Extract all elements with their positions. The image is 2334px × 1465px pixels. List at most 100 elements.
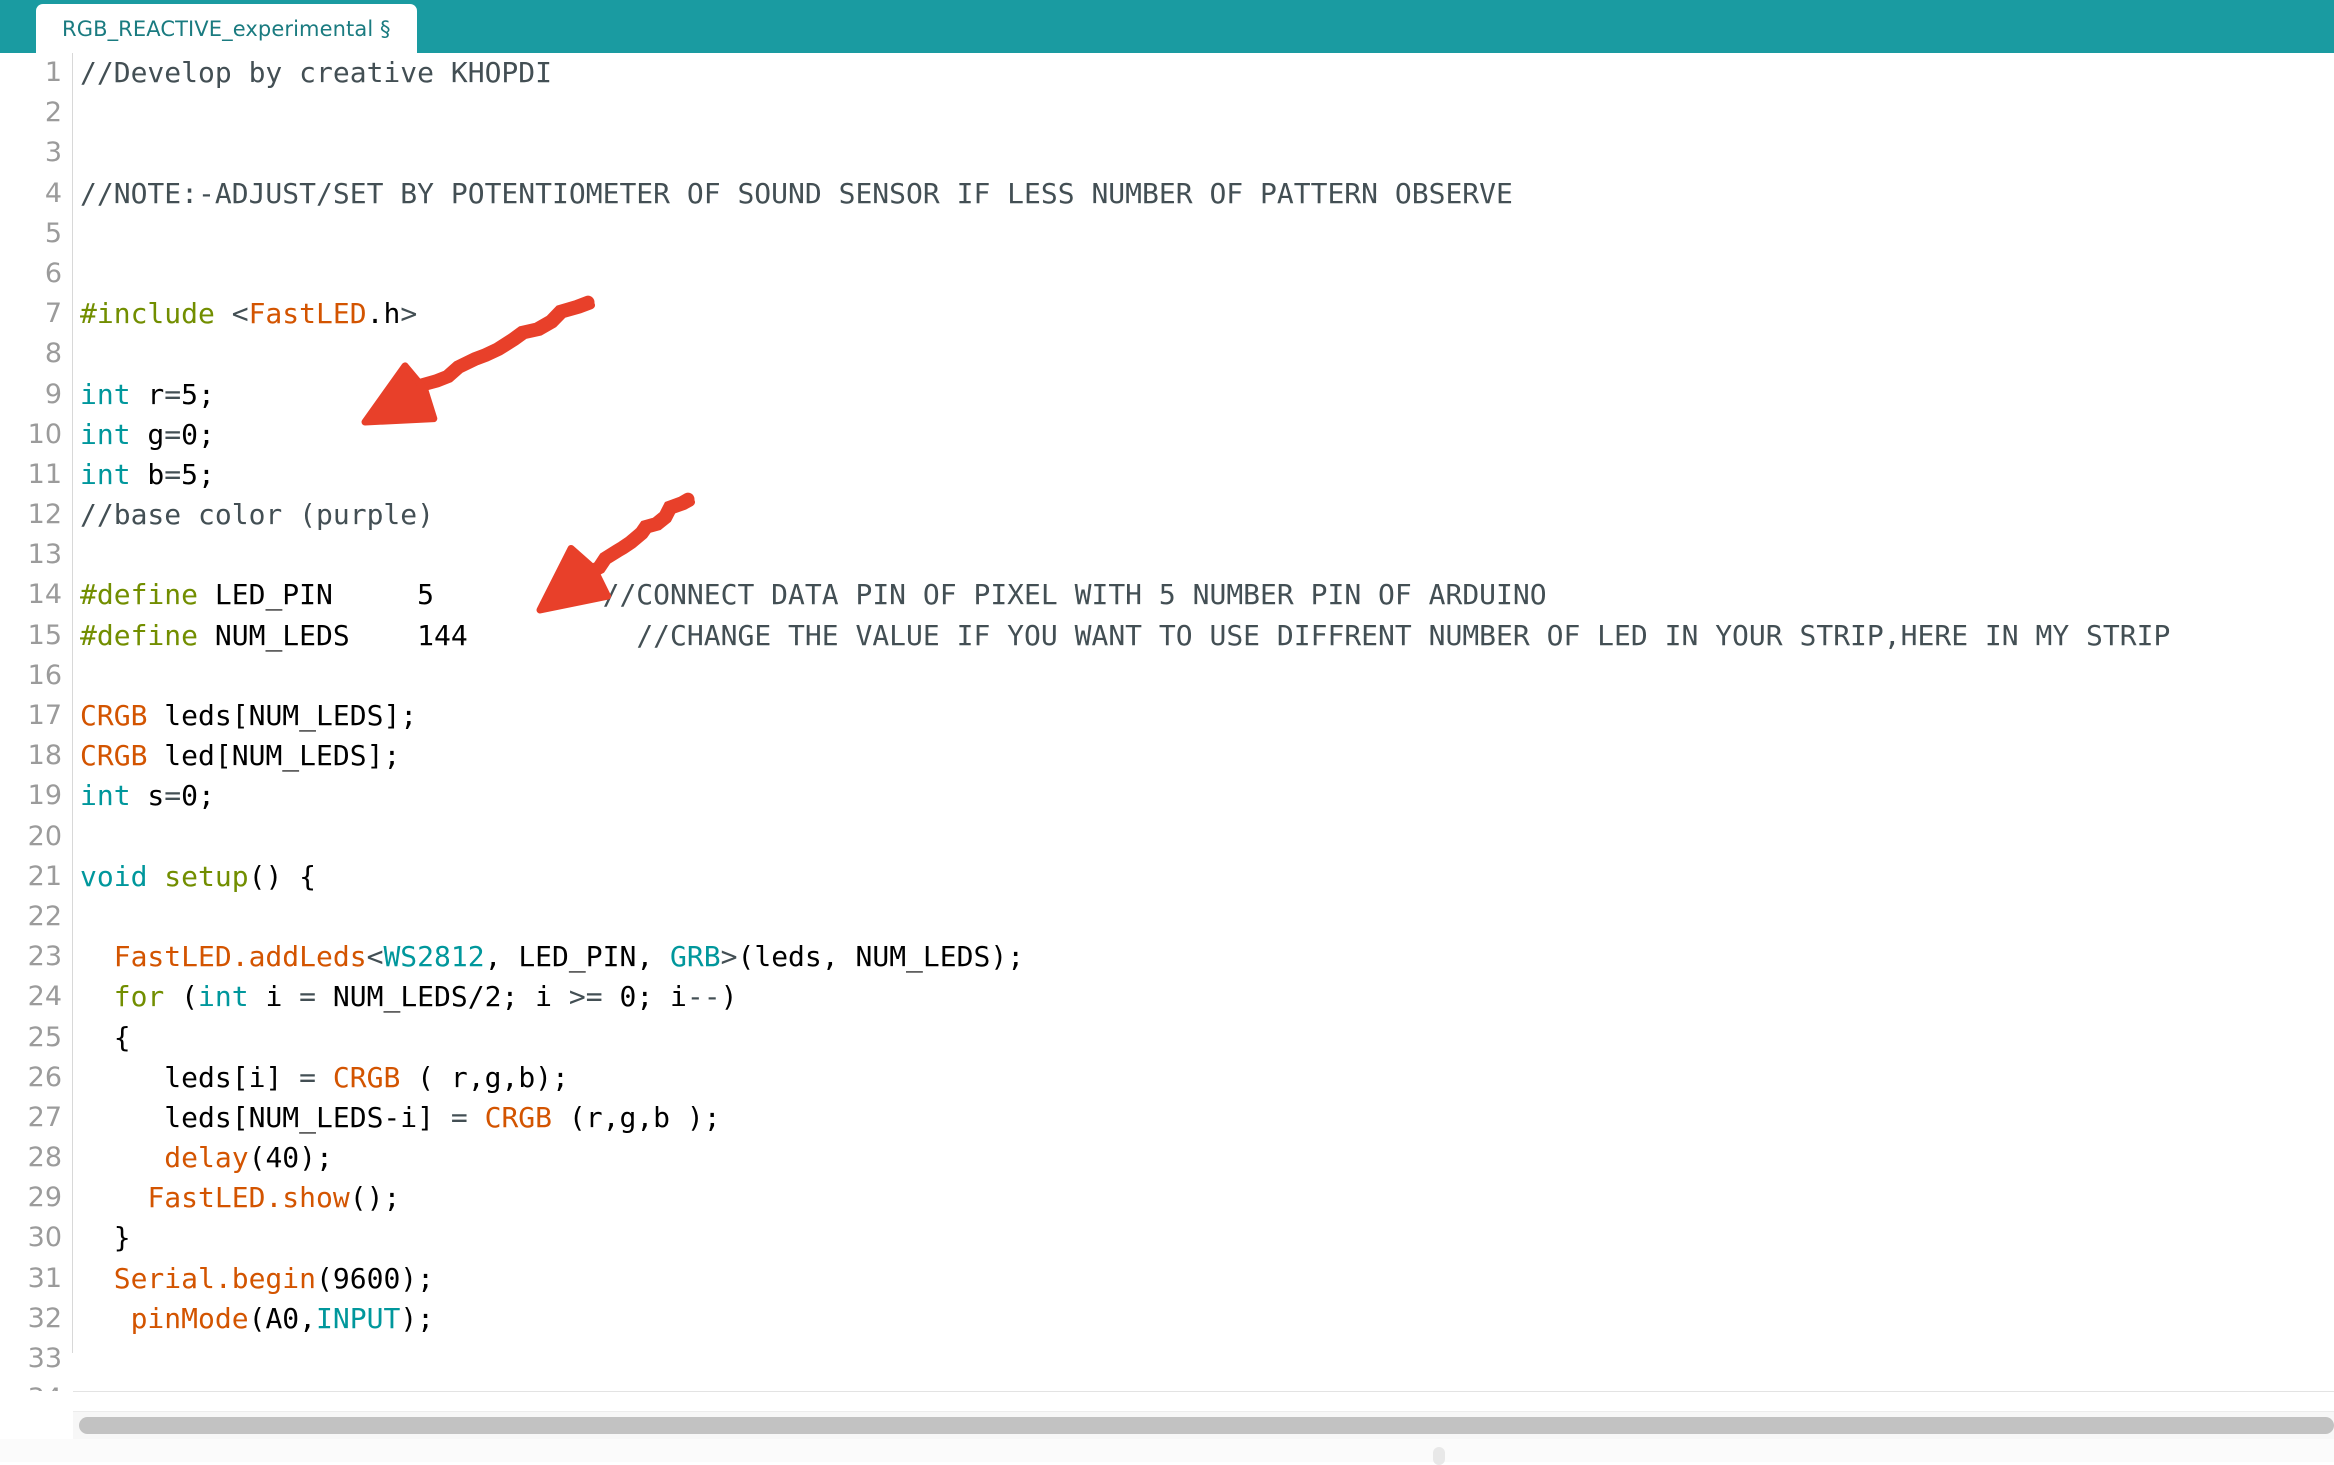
code-token: void (80, 859, 148, 893)
code-line-text: for (int i = NUM_LEDS/2; i >= 0; i--) (80, 977, 738, 1017)
horizontal-scrollbar-thumb[interactable] (79, 1417, 2334, 1434)
code-line[interactable]: 5 (0, 214, 2334, 254)
code-token: LED_PIN 5 (198, 578, 603, 612)
code-token: leds[i] (80, 1060, 300, 1094)
code-token: (r,g,b ); (552, 1100, 721, 1134)
code-token: () { (248, 859, 317, 893)
code-token: FastLED.addLeds (113, 940, 367, 974)
code-line[interactable]: 11 int b=5; (0, 455, 2334, 495)
code-token: Serial.begin (113, 1261, 317, 1295)
code-token: = (299, 980, 317, 1014)
code-line[interactable]: 2 (0, 93, 2334, 133)
line-number: 17 (27, 700, 62, 731)
code-line[interactable]: 16 (0, 656, 2334, 696)
line-number: 25 (27, 1021, 62, 1053)
code-token: 5; (181, 457, 215, 491)
code-line[interactable]: 14 #define LED_PIN 5 //CONNECT DATA PIN O… (0, 575, 2334, 615)
code-line[interactable]: 3 (0, 133, 2334, 173)
code-line[interactable]: 20 (0, 817, 2334, 857)
code-line[interactable]: 9 int r=5; (0, 375, 2334, 415)
code-line[interactable]: 6 (0, 254, 2334, 294)
code-token: ) (720, 980, 738, 1014)
code-line[interactable]: 32 pinMode(A0,INPUT); (0, 1299, 2334, 1339)
line-number: 24 (27, 981, 62, 1013)
panel-resize-handle[interactable] (1433, 1447, 1445, 1465)
code-token: (); (349, 1181, 401, 1215)
code-token: ( (164, 980, 199, 1014)
code-line[interactable]: 18 CRGB led[NUM_LEDS]; (0, 736, 2334, 776)
code-line[interactable]: 17 CRGB leds[NUM_LEDS]; (0, 696, 2334, 736)
code-token: GRB (670, 940, 721, 974)
code-line[interactable]: 4 //NOTE:-ADJUST/SET BY POTENTIOMETER OF … (0, 174, 2334, 214)
code-token: , LED_PIN, (484, 940, 671, 974)
code-token: pinMode (130, 1301, 249, 1335)
code-token: led[NUM_LEDS]; (147, 739, 401, 773)
code-token: = (450, 1100, 468, 1134)
code-line[interactable]: 19 int s=0; (0, 776, 2334, 816)
line-number: 22 (27, 900, 62, 932)
code-token: < (366, 940, 384, 974)
code-line[interactable]: 33 (0, 1339, 2334, 1379)
line-number: 20 (27, 820, 62, 852)
code-line[interactable]: 25 { (0, 1018, 2334, 1058)
code-editor[interactable]: 1//Develop by creative KHOPDI 2 3 4//NOTE:-… (0, 53, 2334, 1391)
line-number: 16 (27, 659, 62, 691)
code-line[interactable]: 8 (0, 334, 2334, 374)
sketch-tab-RGB_REACTIVE_experimental[interactable]: RGB_REACTIVE_experimental § (36, 4, 417, 53)
code-line-text: //Develop by creative KHOPDI (80, 53, 552, 93)
code-line[interactable]: 7 #include <FastLED.h> (0, 294, 2334, 334)
code-lines-container[interactable]: 1//Develop by creative KHOPDI 2 3 4//NOTE:-… (0, 53, 2334, 1391)
line-number: 19 (27, 780, 62, 812)
code-line[interactable]: 23 FastLED.addLeds<WS2812, LED_PIN, GRB>… (0, 937, 2334, 977)
code-line-text: #define LED_PIN 5 //CONNECT DATA PIN OF … (80, 575, 1547, 615)
code-line[interactable]: 26 leds[i] = CRGB ( r,g,b); (0, 1058, 2334, 1098)
line-number: 31 (27, 1262, 62, 1294)
line-number: 4 (44, 177, 62, 209)
code-line-text: //NOTE:-ADJUST/SET BY POTENTIOMETER OF S… (80, 174, 1513, 214)
code-line[interactable]: 10 int g=0; (0, 415, 2334, 455)
code-line-text: FastLED.show(); (80, 1178, 400, 1218)
code-token: //base color (purple) (80, 498, 435, 532)
code-token: = (164, 417, 182, 451)
code-token: //Develop by creative KHOPDI (80, 56, 553, 89)
line-number: 10 (27, 418, 62, 450)
code-line[interactable]: 28 delay(40); (0, 1138, 2334, 1178)
code-line-text: #include <FastLED.h> (80, 294, 417, 334)
code-token: int (80, 417, 131, 451)
code-line[interactable]: 21 void setup() { (0, 857, 2334, 897)
line-number: 14 (27, 579, 62, 611)
code-token: (A0, (248, 1301, 317, 1335)
line-number: 12 (27, 499, 62, 531)
code-token: = (164, 457, 182, 491)
code-line[interactable]: 1 //Develop by creative KHOPDI (0, 53, 2334, 93)
code-token: CRGB (80, 739, 148, 773)
line-number: 27 (27, 1101, 62, 1133)
code-token: CRGB (332, 1060, 401, 1094)
code-token: 5; (181, 377, 215, 411)
code-token: delay (164, 1141, 249, 1175)
code-line[interactable]: 29 FastLED.show(); (0, 1178, 2334, 1218)
code-token: } (80, 1221, 131, 1255)
code-line[interactable]: 31 Serial.begin(9600); (0, 1259, 2334, 1299)
code-token: #define (80, 578, 199, 612)
code-token: (40); (248, 1141, 333, 1175)
code-line[interactable]: 15 #define NUM_LEDS 144 //CHANGE THE VALU… (0, 616, 2334, 656)
code-token: WS2812 (383, 940, 485, 974)
code-line-text: int b=5; (80, 455, 215, 495)
code-line[interactable]: 12 //base color (purple) (0, 495, 2334, 535)
code-token: 0; (181, 417, 215, 451)
code-token: { (80, 1020, 131, 1054)
line-number: 9 (44, 378, 62, 410)
code-line[interactable]: 24 for (int i = NUM_LEDS/2; i >= 0; i--) (0, 977, 2334, 1017)
code-token: leds[NUM_LEDS-i] (80, 1100, 451, 1134)
code-line[interactable]: 27 leds[NUM_LEDS-i] = CRGB (r,g,b ); (0, 1098, 2334, 1138)
code-line[interactable]: 22 (0, 897, 2334, 937)
line-number: 1 (44, 57, 62, 88)
code-token: //CONNECT DATA PIN OF PIXEL WITH 5 NUMBE… (602, 578, 1547, 612)
code-token: for (113, 980, 165, 1014)
code-line[interactable]: 13 (0, 535, 2334, 575)
code-line[interactable]: 34 (0, 1379, 2334, 1391)
code-line-text: { (80, 1018, 131, 1058)
code-line[interactable]: 30 } (0, 1218, 2334, 1258)
